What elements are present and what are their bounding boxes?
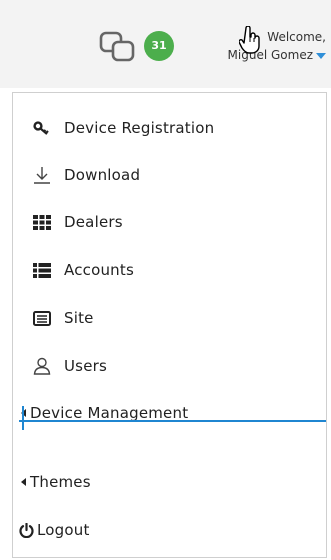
menu-item-label: Themes bbox=[30, 473, 91, 491]
user-dropdown-menu: Device Registration Download Dealers Acc… bbox=[12, 92, 327, 558]
caret-left-icon bbox=[19, 478, 27, 486]
menu-item-download[interactable]: Download bbox=[13, 153, 326, 197]
menu-item-device-management[interactable]: Device Management bbox=[13, 391, 326, 435]
menu-item-dealers[interactable]: Dealers bbox=[13, 200, 326, 244]
key-icon bbox=[29, 121, 55, 135]
notification-badge[interactable]: 31 bbox=[144, 31, 174, 61]
active-edge-marker bbox=[22, 406, 24, 430]
power-icon bbox=[18, 522, 34, 538]
user-icon bbox=[29, 357, 55, 375]
menu-item-label: Dealers bbox=[64, 213, 123, 231]
welcome-label: Welcome, bbox=[267, 30, 326, 44]
menu-item-label: Device Registration bbox=[64, 119, 215, 137]
menu-item-device-registration[interactable]: Device Registration bbox=[13, 106, 326, 150]
menu-item-label: Accounts bbox=[64, 261, 134, 279]
menu-item-label: Users bbox=[64, 357, 108, 375]
user-menu-toggle[interactable]: Welcome, Miguel Gomez bbox=[210, 28, 326, 64]
page: 31 Welcome, Miguel Gomez Device Registra… bbox=[0, 0, 331, 560]
menu-item-themes[interactable]: Themes bbox=[13, 460, 326, 504]
menu-item-accounts[interactable]: Accounts bbox=[13, 248, 326, 292]
list-icon bbox=[29, 262, 55, 278]
caret-down-icon[interactable] bbox=[316, 52, 326, 59]
menu-item-users[interactable]: Users bbox=[13, 344, 326, 388]
menu-item-logout[interactable]: Logout bbox=[13, 508, 326, 552]
grid-icon bbox=[29, 214, 55, 230]
menu-item-label: Download bbox=[64, 166, 141, 184]
download-icon bbox=[29, 166, 55, 184]
card-icon bbox=[29, 310, 55, 326]
menu-item-label: Logout bbox=[37, 521, 90, 539]
menu-item-site[interactable]: Site bbox=[13, 296, 326, 340]
menu-divider bbox=[19, 420, 326, 422]
header-bar: 31 Welcome, Miguel Gomez bbox=[0, 0, 331, 88]
hand-pointer-icon bbox=[239, 26, 260, 54]
chat-bubbles-icon[interactable] bbox=[98, 30, 138, 64]
menu-item-label: Site bbox=[64, 309, 94, 327]
